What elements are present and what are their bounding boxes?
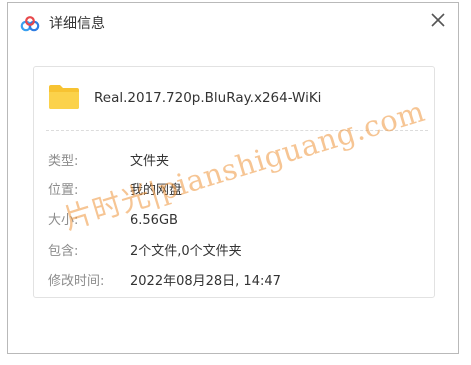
detail-value: 我的网盘: [130, 183, 183, 198]
divider: [46, 130, 428, 131]
folder-icon: [49, 85, 79, 109]
detail-value: 2个文件,0个文件夹: [130, 244, 242, 259]
dialog-title: 详细信息: [49, 16, 105, 32]
details-dialog: 详细信息 Real.2017.720p.BluRay.x264-WiKi 类型:…: [7, 2, 459, 354]
detail-value: 6.56GB: [130, 213, 178, 228]
detail-value: 文件夹: [130, 154, 170, 169]
detail-label: 位置:: [48, 183, 79, 198]
detail-label: 大小:: [48, 213, 79, 228]
title-bar: 详细信息: [8, 3, 458, 45]
detail-label: 修改时间:: [48, 274, 105, 289]
detail-value: 2022年08月28日, 14:47: [130, 274, 281, 289]
detail-label: 包含:: [48, 244, 79, 259]
close-icon[interactable]: [430, 12, 446, 28]
baidu-netdisk-cloud-icon: [20, 16, 40, 32]
detail-label: 类型:: [48, 154, 79, 169]
file-name: Real.2017.720p.BluRay.x264-WiKi: [94, 90, 322, 106]
details-panel: Real.2017.720p.BluRay.x264-WiKi 类型: 文件夹 …: [33, 66, 435, 298]
